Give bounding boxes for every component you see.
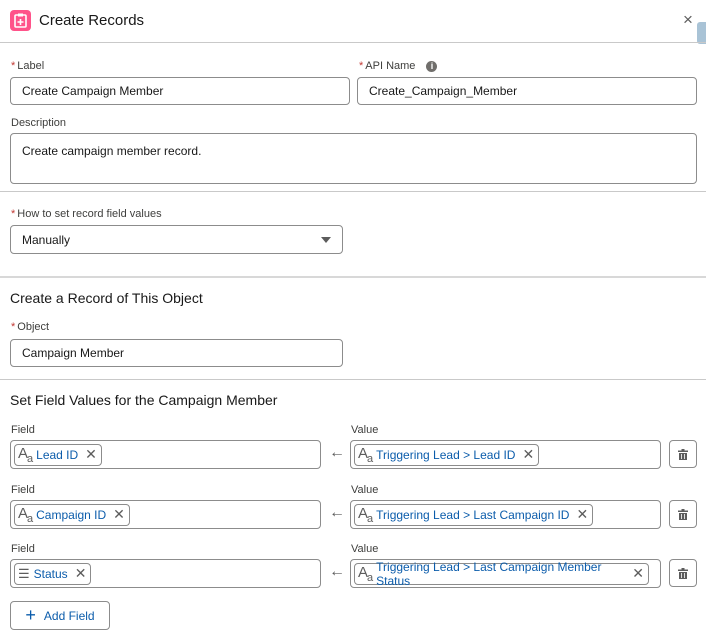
how-to-set-select[interactable]: Manually — [10, 225, 343, 254]
field-values-title: Set Field Values for the Campaign Member — [10, 392, 278, 408]
object-section-title: Create a Record of This Object — [10, 290, 203, 306]
remove-icon[interactable]: ✕ — [522, 446, 534, 463]
value-label: Value — [351, 543, 379, 555]
arrow-left-icon: ← — [329, 563, 345, 580]
text-icon: Aa — [18, 444, 33, 465]
how-to-set-label: * How to set record field values — [11, 208, 162, 220]
field-pill: Aa Campaign ID ✕ — [14, 503, 130, 526]
value-label: Value — [351, 424, 379, 436]
remove-icon[interactable]: ✕ — [85, 446, 97, 463]
chevron-down-icon — [321, 236, 331, 243]
remove-icon[interactable]: ✕ — [113, 506, 125, 523]
label-field-label: * Label — [11, 60, 45, 72]
delete-row-button[interactable] — [669, 440, 697, 468]
panel-title: Create Records — [39, 12, 145, 29]
remove-icon[interactable]: ✕ — [75, 565, 87, 582]
value-input[interactable]: Aa Triggering Lead > Lead ID ✕ — [350, 440, 661, 469]
label-input[interactable]: Create Campaign Member — [10, 77, 350, 105]
remove-icon[interactable]: ✕ — [576, 506, 588, 523]
selected-value: Manually — [22, 232, 71, 247]
value-name: Triggering Lead > Last Campaign ID — [376, 507, 570, 522]
api-name-field-label: * API Name i — [359, 60, 438, 72]
text-icon: Aa — [358, 504, 373, 525]
field-input[interactable]: Aa Lead ID ✕ — [10, 440, 321, 469]
value-input[interactable]: Aa Triggering Lead > Last Campaign Member… — [350, 559, 661, 588]
value-name: Triggering Lead > Lead ID — [376, 447, 516, 462]
value-pill: Aa Triggering Lead > Last Campaign Member… — [354, 559, 649, 588]
description-field-label: Description — [11, 117, 67, 129]
trash-icon — [678, 567, 688, 579]
field-pill: ☰ Status ✕ — [14, 562, 92, 585]
api-name-input[interactable]: Create_Campaign_Member — [357, 77, 697, 105]
field-label: Field — [11, 484, 35, 496]
field-input[interactable]: ☰ Status ✕ — [10, 559, 321, 588]
text-icon: Aa — [358, 563, 373, 584]
field-name: Lead ID — [36, 447, 79, 462]
collapse-handle[interactable] — [697, 22, 706, 44]
value-pill: Aa Triggering Lead > Lead ID ✕ — [354, 443, 540, 466]
value-name: Triggering Lead > Last Campaign Member S… — [376, 559, 602, 588]
create-records-icon — [10, 10, 31, 31]
add-field-button[interactable]: + Add Field — [10, 601, 110, 630]
plus-icon: + — [25, 605, 36, 625]
delete-row-button[interactable] — [669, 559, 697, 587]
arrow-left-icon: ← — [329, 444, 345, 461]
trash-icon — [678, 448, 688, 460]
value-label: Value — [351, 484, 379, 496]
remove-icon[interactable]: ✕ — [632, 565, 644, 582]
value-pill: Aa Triggering Lead > Last Campaign ID ✕ — [354, 503, 594, 526]
text-icon: Aa — [358, 444, 373, 465]
text-icon: Aa — [18, 504, 33, 525]
arrow-left-icon: ← — [329, 504, 345, 521]
delete-row-button[interactable] — [669, 500, 697, 528]
info-icon[interactable]: i — [426, 61, 438, 72]
description-textarea[interactable]: Create campaign member record. — [10, 133, 697, 184]
field-label: Field — [11, 543, 35, 555]
object-input[interactable]: Campaign Member — [10, 339, 343, 367]
value-input[interactable]: Aa Triggering Lead > Last Campaign ID ✕ — [350, 500, 661, 529]
field-name: Status — [33, 566, 68, 581]
close-icon[interactable]: × — [683, 10, 693, 30]
field-name: Campaign ID — [36, 507, 107, 522]
object-field-label: * Object — [11, 321, 50, 333]
add-field-label: Add Field — [43, 608, 95, 623]
field-pill: Aa Lead ID ✕ — [14, 443, 102, 466]
field-input[interactable]: Aa Campaign ID ✕ — [10, 500, 321, 529]
picklist-icon: ☰ — [18, 565, 30, 581]
field-label: Field — [11, 424, 35, 436]
trash-icon — [678, 508, 688, 520]
